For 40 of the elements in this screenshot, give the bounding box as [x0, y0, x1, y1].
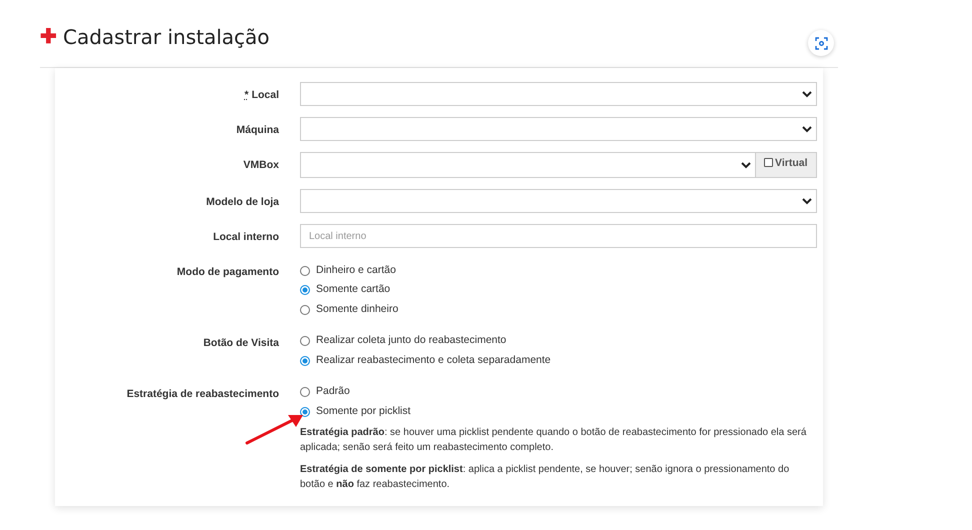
- radio-button[interactable]: [300, 285, 310, 296]
- checkbox[interactable]: [764, 158, 773, 167]
- radio-label: Padrão: [316, 384, 350, 400]
- radio-button[interactable]: [300, 356, 310, 366]
- focus-icon: [814, 36, 828, 50]
- field-label: Modelo de loja: [206, 195, 279, 210]
- input-field[interactable]: Local interno: [300, 224, 817, 248]
- chevron-down-icon: [802, 90, 812, 98]
- radio-label: Somente dinheiro: [316, 302, 398, 317]
- field-label: Estratégia de reabastecimento: [126, 386, 279, 402]
- field-label: Local: [252, 88, 279, 103]
- radio-label: Somente cartão: [316, 282, 390, 298]
- chevron-down-icon: [802, 198, 812, 204]
- field-label: VMBox: [243, 158, 279, 173]
- radio-button[interactable]: [300, 336, 310, 346]
- radio-button[interactable]: [300, 406, 310, 417]
- checkbox-addon[interactable]: Virtual: [756, 152, 817, 178]
- select-field[interactable]: [300, 117, 817, 141]
- select-field[interactable]: [300, 189, 817, 213]
- select-field[interactable]: [300, 152, 756, 178]
- radio-button[interactable]: [300, 387, 310, 398]
- radio-button[interactable]: [300, 304, 310, 315]
- chevron-down-icon: [802, 126, 812, 132]
- field-label: Botão de Visita: [203, 336, 279, 350]
- checkbox-label: Virtual: [775, 156, 808, 171]
- field-label: Modo de pagamento: [176, 265, 279, 280]
- radio-label: Realizar coleta junto do reabastecimento: [316, 333, 506, 348]
- plus-icon: ✚: [40, 27, 57, 47]
- screenshot-button[interactable]: [808, 30, 834, 56]
- page-title: Cadastrar instalação: [63, 27, 270, 47]
- field-label: Local interno: [213, 230, 279, 245]
- radio-button[interactable]: [300, 266, 310, 276]
- required-mark: *: [244, 88, 249, 103]
- help-text: Estratégia padrão: se houver uma picklist pendente quando o botão de reabastecimento for pressionado ela será aplicada; senão será feito um reabastecimento completo.: [300, 426, 808, 454]
- radio-label: Realizar reabastecimento e coleta separadamente: [316, 352, 551, 368]
- radio-label: Somente por picklist: [316, 404, 411, 419]
- radio-label: Dinheiro e cartão: [316, 262, 396, 278]
- field-label: Máquina: [236, 123, 279, 138]
- select-field[interactable]: [300, 82, 817, 106]
- chevron-down-icon: [741, 162, 751, 168]
